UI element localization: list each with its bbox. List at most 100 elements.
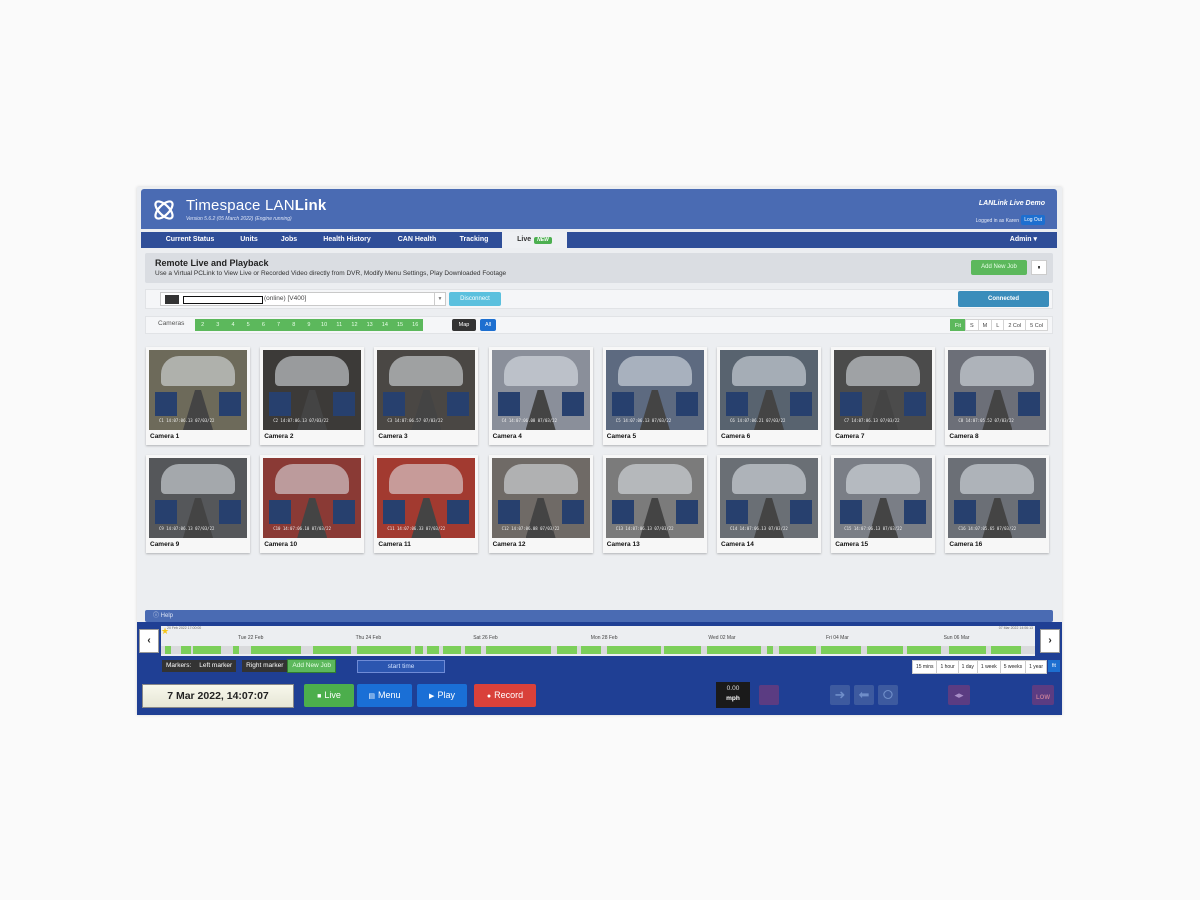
size-button[interactable]: 2 Col [1003,319,1027,331]
low-button[interactable]: LOW [1032,685,1054,705]
recording-segment[interactable] [664,646,701,654]
camera-tile[interactable]: C16 14:07:05.65 07/03/22 Camera 16 [945,455,1050,553]
map-button[interactable]: Map [452,319,476,331]
recording-segment[interactable] [233,646,239,654]
recording-segment[interactable] [443,646,461,654]
recording-availability-bar[interactable] [161,646,1035,654]
timeline-next-button[interactable]: › [1040,629,1060,653]
chevron-down-icon[interactable]: ▼ [434,293,445,305]
record-button[interactable]: ● Record [474,684,536,707]
recording-segment[interactable] [486,646,551,654]
size-button[interactable]: M [977,319,993,331]
camera-feed[interactable]: C3 14:07:06.57 07/03/22 [377,350,476,430]
recording-segment[interactable] [867,646,903,654]
camera-number-button[interactable]: 6 [256,319,271,331]
nav-units[interactable]: Units [229,232,269,248]
recording-segment[interactable] [465,646,481,654]
camera-tile[interactable]: C14 14:07:06.13 07/03/22 Camera 14 [717,455,821,553]
recording-segment[interactable] [907,646,941,654]
recording-segment[interactable] [707,646,761,654]
camera-feed[interactable]: C1 14:07:06.13 07/03/22 [149,350,247,430]
camera-feed[interactable]: C2 14:07:06.13 07/03/22 [263,350,362,430]
recording-segment[interactable] [557,646,577,654]
left-marker-button[interactable]: Left marker [195,660,237,672]
recording-segment[interactable] [821,646,861,654]
recording-segment[interactable] [313,646,351,654]
recording-segment[interactable] [767,646,773,654]
pause-button[interactable]: ⏸ [1031,260,1047,275]
recording-segment[interactable] [415,646,423,654]
play-button[interactable]: ▶ Play [417,684,467,707]
recording-segment[interactable] [779,646,816,654]
loop-icon[interactable]: ⭘ [878,685,898,705]
range-button[interactable]: 1 year [1025,660,1047,674]
camera-number-button[interactable]: 13 [362,319,377,331]
all-cameras-button[interactable]: All [480,319,496,331]
timeline-add-job-button[interactable]: Add New Job [287,659,337,673]
camera-feed[interactable]: C4 14:07:06.08 07/03/22 [491,350,590,430]
camera-tile[interactable]: C12 14:07:06.08 07/03/22 Camera 12 [488,455,593,553]
size-button[interactable]: Fit [949,319,966,331]
camera-feed[interactable]: C14 14:07:06.13 07/03/22 [720,458,818,538]
camera-tile[interactable]: C1 14:07:06.13 07/03/22 Camera 1 [146,347,250,445]
nav-can-health[interactable]: CAN Health [387,232,447,248]
recording-segment[interactable] [991,646,1021,654]
range-button[interactable]: 1 hour [936,660,959,674]
recording-segment[interactable] [607,646,661,654]
range-button[interactable]: 1 week [976,660,1001,674]
camera-tile[interactable]: C8 14:07:05.52 07/03/22 Camera 8 [945,347,1050,445]
camera-tile[interactable]: C7 14:07:06.13 07/03/22 Camera 7 [831,347,936,445]
size-button[interactable]: S [964,319,979,331]
size-button[interactable]: 5 Col [1025,319,1048,331]
camera-feed[interactable]: C16 14:07:05.65 07/03/22 [948,458,1047,538]
menu-button[interactable]: ▤ Menu [357,684,412,707]
right-marker-button[interactable]: Right marker [242,660,288,672]
camera-number-button[interactable]: 7 [271,319,286,331]
camera-number-button[interactable]: 8 [286,319,301,331]
nav-current-status[interactable]: Current Status [153,232,227,248]
camera-feed[interactable]: C10 14:07:06.10 07/03/22 [263,458,362,538]
nav-live[interactable]: Live NEW [502,232,567,248]
camera-feed[interactable]: C13 14:07:06.13 07/03/22 [605,458,704,538]
recording-segment[interactable] [193,646,221,654]
camera-number-button[interactable]: 16 [408,319,423,331]
nav-tracking[interactable]: Tracking [451,232,497,248]
arrow-right-icon[interactable]: ➜ [830,685,850,705]
camera-number-button[interactable]: 11 [332,319,347,331]
recording-segment[interactable] [949,646,986,654]
camera-feed[interactable]: C8 14:07:05.52 07/03/22 [948,350,1047,430]
range-button[interactable]: 1 day [957,660,978,674]
camera-number-button[interactable]: 9 [301,319,316,331]
recording-segment[interactable] [581,646,601,654]
disconnect-button[interactable]: Disconnect [449,292,501,306]
camera-feed[interactable]: C12 14:07:06.08 07/03/22 [491,458,590,538]
camera-number-button[interactable]: 2 [195,319,210,331]
camera-number-button[interactable]: 14 [377,319,392,331]
camera-feed[interactable]: C9 14:07:06.13 07/03/22 [149,458,247,538]
arrow-left-icon[interactable]: ⬅ [854,685,874,705]
timeline-fit-button[interactable]: fit [1048,660,1060,672]
camera-feed[interactable]: C11 14:07:06.33 07/03/22 [377,458,476,538]
camera-number-button[interactable]: 4 [225,319,240,331]
expand-icon[interactable]: ◂▸ [948,685,970,705]
camera-tile[interactable]: C2 14:07:06.13 07/03/22 Camera 2 [260,347,365,445]
timeline-prev-button[interactable]: ‹ [139,629,159,653]
recording-segment[interactable] [357,646,411,654]
camera-tile[interactable]: C11 14:07:06.33 07/03/22 Camera 11 [374,455,479,553]
help-bar[interactable]: ⓘ Help [145,610,1053,622]
device-select[interactable]: (online) [V400] ▼ [160,292,446,306]
camera-tile[interactable]: C13 14:07:06.13 07/03/22 Camera 13 [602,455,707,553]
camera-tile[interactable]: C10 14:07:06.10 07/03/22 Camera 10 [260,455,365,553]
nav-health-history[interactable]: Health History [311,232,383,248]
range-button[interactable]: 15 mins [911,660,938,674]
timeline[interactable]: 20 Feb 2022 17:00:00 07 Mar 2022 14:06:1… [161,626,1035,656]
camera-number-button[interactable]: 5 [241,319,256,331]
camera-feed[interactable]: C15 14:07:06.13 07/03/22 [834,458,933,538]
range-button[interactable]: 5 weeks [999,660,1027,674]
recording-segment[interactable] [165,646,171,654]
admin-menu[interactable]: Admin ▾ [1010,232,1037,248]
camera-feed[interactable]: C6 14:07:06.21 07/03/22 [720,350,818,430]
camera-tile[interactable]: C6 14:07:06.21 07/03/22 Camera 6 [717,347,821,445]
camera-tile[interactable]: C15 14:07:06.13 07/03/22 Camera 15 [831,455,936,553]
star-marker-icon[interactable]: ★ [161,626,169,637]
